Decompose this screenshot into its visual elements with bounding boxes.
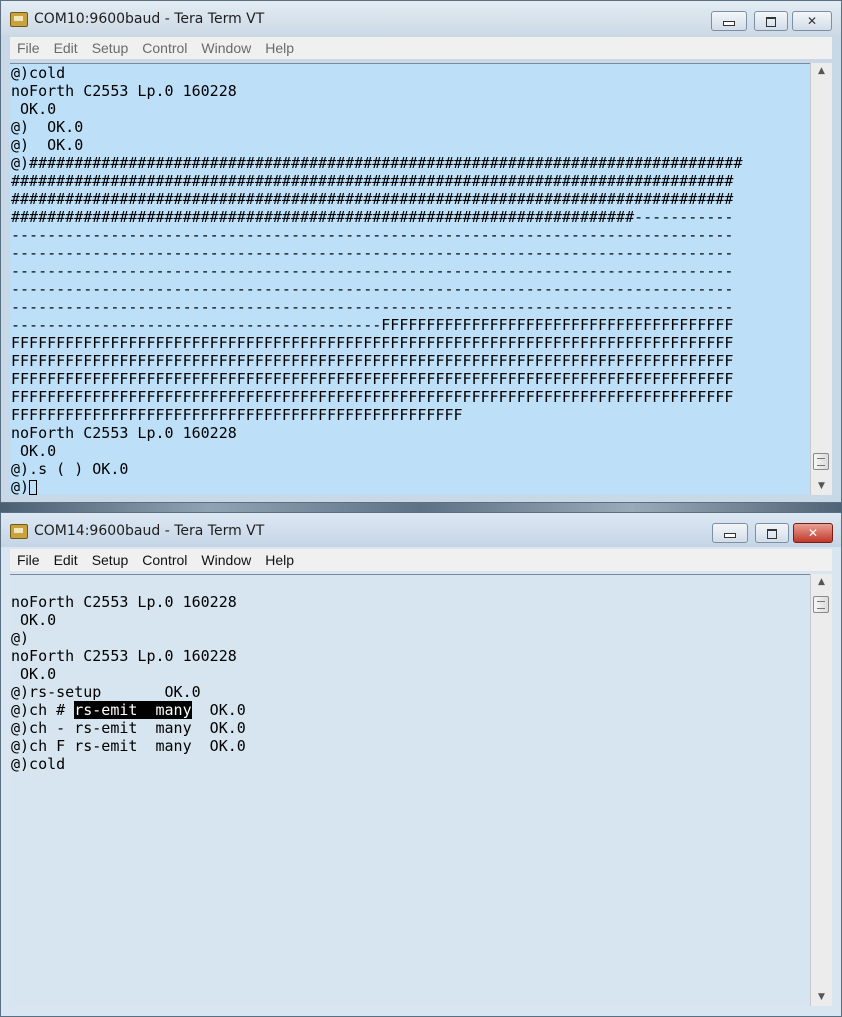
menu-setup[interactable]: Setup [85, 40, 136, 56]
terminal-line: @) [11, 629, 30, 647]
terminal-line: ----------------------------------------… [11, 244, 734, 262]
terminal-output[interactable]: noForth C2553 Lp.0 160228 OK.0 @) noForth … [10, 574, 811, 1006]
terminal-line: @) OK.0 [11, 118, 84, 136]
terminal-line: ----------------------------------------… [11, 316, 734, 334]
prompt-text: @) [11, 478, 30, 495]
maximize-button[interactable] [754, 11, 788, 31]
line-suffix: OK.0 [191, 701, 246, 719]
terminal-line: FFFFFFFFFFFFFFFFFFFFFFFFFFFFFFFFFFFFFFFF… [11, 388, 734, 406]
scroll-up-icon[interactable]: ▲ [811, 574, 832, 591]
menu-edit[interactable]: Edit [47, 40, 85, 56]
terminal-line: noForth C2553 Lp.0 160228 [11, 647, 237, 665]
window-title: COM10:9600baud - Tera Term VT [34, 11, 265, 27]
scroll-thumb[interactable] [813, 596, 829, 613]
menu-help[interactable]: Help [258, 552, 301, 568]
menu-setup[interactable]: Setup [85, 552, 136, 568]
menu-window[interactable]: Window [194, 552, 258, 568]
title-bar[interactable]: COM14:9600baud - Tera Term VT ✕ [1, 513, 841, 547]
terminal-line: ----------------------------------------… [11, 262, 734, 280]
terminal-line: ----------------------------------------… [11, 298, 734, 316]
terminal-line: @)cold [11, 755, 66, 773]
minimize-icon [724, 533, 736, 538]
terminal-line: OK.0 [11, 442, 57, 460]
terminal-line: noForth C2553 Lp.0 160228 [11, 593, 237, 611]
text-cursor [29, 480, 38, 495]
maximize-icon [766, 16, 776, 27]
menu-file[interactable]: File [10, 40, 47, 56]
scroll-down-icon[interactable]: ▼ [811, 478, 832, 495]
terminal-line: ########################################… [11, 172, 734, 190]
close-button[interactable]: ✕ [792, 11, 832, 31]
minimize-icon [723, 21, 735, 26]
menu-file[interactable]: File [10, 552, 47, 568]
scroll-down-icon[interactable]: ▼ [811, 989, 832, 1006]
maximize-button[interactable] [755, 523, 789, 543]
line-prefix: @)ch # [11, 701, 75, 719]
terminal-line: noForth C2553 Lp.0 160228 [11, 424, 237, 442]
terminal-line: OK.0 [11, 611, 57, 629]
desktop-background [0, 503, 842, 512]
terminal-output[interactable]: @)cold noForth C2553 Lp.0 160228 OK.0 @) O… [10, 63, 811, 495]
menu-help[interactable]: Help [258, 40, 301, 56]
vertical-scrollbar[interactable]: ▲ ▼ [810, 63, 832, 495]
menu-control[interactable]: Control [135, 552, 194, 568]
terminal-line: OK.0 [11, 100, 57, 118]
window-title: COM14:9600baud - Tera Term VT [34, 523, 265, 539]
menu-bar: File Edit Setup Control Window Help [10, 549, 832, 571]
tera-term-window-com10[interactable]: COM10:9600baud - Tera Term VT ✕ File Edi… [0, 0, 842, 503]
terminal-line: @).s ( ) OK.0 [11, 460, 129, 478]
maximize-icon [767, 528, 777, 539]
minimize-button[interactable] [712, 523, 748, 543]
terminal-line: @)ch F rs-emit many OK.0 [11, 737, 246, 755]
terminal-line: @)cold [11, 64, 66, 82]
terminal-line: OK.0 [11, 665, 57, 683]
close-button[interactable]: ✕ [793, 523, 833, 543]
menu-bar: File Edit Setup Control Window Help [10, 37, 832, 59]
tera-term-app-icon[interactable] [10, 524, 28, 539]
minimize-button[interactable] [711, 11, 747, 31]
terminal-line: @)ch - rs-emit many OK.0 [11, 719, 246, 737]
terminal-line: ----------------------------------------… [11, 280, 734, 298]
selected-text[interactable]: rs-emit many [74, 701, 192, 719]
menu-control[interactable]: Control [135, 40, 194, 56]
terminal-line-with-selection: @)ch # rs-emit many OK.0 [11, 701, 811, 719]
terminal-line: @)######################################… [11, 154, 743, 172]
terminal-line: ########################################… [11, 208, 734, 226]
terminal-line: FFFFFFFFFFFFFFFFFFFFFFFFFFFFFFFFFFFFFFFF… [11, 406, 463, 424]
terminal-line: noForth C2553 Lp.0 160228 [11, 82, 237, 100]
terminal-line: @) OK.0 [11, 136, 84, 154]
terminal-line: ----------------------------------------… [11, 226, 734, 244]
terminal-line: FFFFFFFFFFFFFFFFFFFFFFFFFFFFFFFFFFFFFFFF… [11, 334, 734, 352]
scroll-thumb[interactable] [813, 453, 829, 470]
menu-edit[interactable]: Edit [47, 552, 85, 568]
vertical-scrollbar[interactable]: ▲ ▼ [810, 574, 832, 1006]
terminal-line: FFFFFFFFFFFFFFFFFFFFFFFFFFFFFFFFFFFFFFFF… [11, 352, 734, 370]
terminal-line: FFFFFFFFFFFFFFFFFFFFFFFFFFFFFFFFFFFFFFFF… [11, 370, 734, 388]
menu-window[interactable]: Window [194, 40, 258, 56]
tera-term-window-com14[interactable]: COM14:9600baud - Tera Term VT ✕ File Edi… [0, 512, 842, 1017]
title-bar[interactable]: COM10:9600baud - Tera Term VT ✕ [1, 1, 841, 35]
terminal-prompt-line: @) [11, 478, 811, 495]
terminal-line: ########################################… [11, 190, 734, 208]
close-icon: ✕ [806, 14, 818, 28]
terminal-line: @)rs-setup OK.0 [11, 683, 201, 701]
close-icon: ✕ [807, 526, 819, 540]
scroll-up-icon[interactable]: ▲ [811, 63, 832, 80]
tera-term-app-icon[interactable] [10, 12, 28, 27]
